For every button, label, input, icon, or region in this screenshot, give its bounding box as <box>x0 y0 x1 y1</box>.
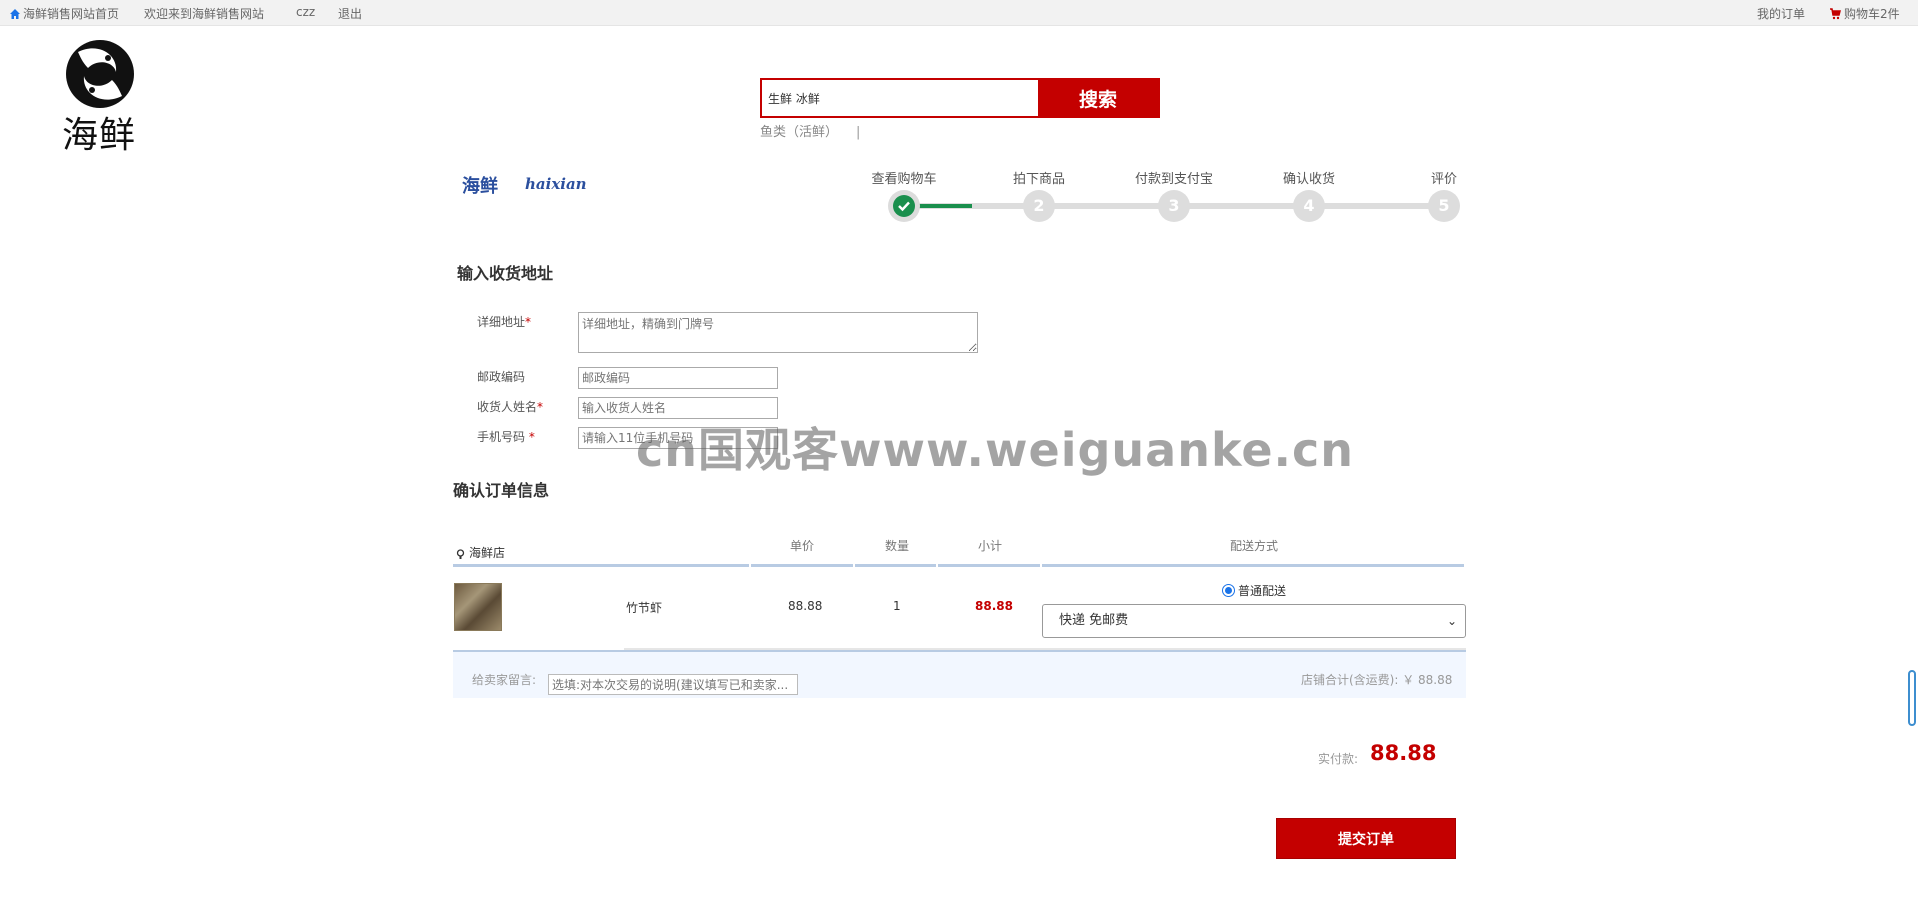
shop-icon <box>456 549 465 559</box>
detail-address-label: 详细地址* <box>477 313 531 330</box>
step-dot-1 <box>888 190 920 222</box>
shop-name-text: 海鲜店 <box>469 546 506 560</box>
payment-label: 实付款: <box>1318 752 1359 766</box>
search-bar: 搜索 <box>760 78 1160 118</box>
detail-address-label-text: 详细地址 <box>477 315 526 329</box>
zip-code-field[interactable] <box>578 367 778 389</box>
welcome-text: 欢迎来到海鲜销售网站 <box>144 7 265 21</box>
home-link-label: 海鲜销售网站首页 <box>23 7 120 21</box>
check-icon <box>898 201 910 212</box>
search-input[interactable] <box>762 80 1038 116</box>
phone-label-text: 手机号码 <box>477 430 526 444</box>
cart-label: 购物车2件 <box>1844 7 1900 21</box>
brand-cn: 海鲜 <box>462 176 498 197</box>
delivery-select-value: 快递 免邮费 <box>1059 613 1129 628</box>
order-section-title: 确认订单信息 <box>453 481 550 500</box>
col-underline-delivery <box>1042 564 1464 567</box>
product-price: 88.88 <box>788 599 823 613</box>
message-label: 给卖家留言: <box>472 673 537 687</box>
home-icon <box>10 9 20 19</box>
step-label-3: 付款到支付宝 <box>1134 172 1214 187</box>
step-label-4: 确认收货 <box>1282 172 1336 187</box>
product-qty: 1 <box>893 599 901 613</box>
watermark: cn国观客www.weiguanke.cn <box>636 423 1355 477</box>
required-mark: * <box>537 400 544 414</box>
product-image[interactable] <box>454 583 502 631</box>
logo-text: 海鲜 <box>62 115 137 156</box>
top-bar: 海鲜销售网站首页 欢迎来到海鲜销售网站 czz 退出 我的订单 购物车2件 <box>0 0 1918 26</box>
address-section-title: 输入收货地址 <box>457 264 554 283</box>
shop-name: 海鲜店 <box>456 544 505 561</box>
step-dot-3: 3 <box>1158 190 1190 222</box>
hot-keyword-link[interactable]: 鱼类（活鲜） <box>760 125 838 140</box>
payment-value: 88.88 <box>1370 741 1437 765</box>
detail-address-field[interactable] <box>578 312 978 353</box>
step-label-2: 拍下商品 <box>1012 172 1066 187</box>
chevron-down-icon: ⌄ <box>1446 614 1457 628</box>
cart-icon <box>1830 8 1841 20</box>
delivery-radio[interactable]: 普通配送 <box>1222 582 1286 599</box>
checkout-steps: 查看购物车 拍下商品 付款到支付宝 确认收货 评价 2 3 4 5 <box>870 168 1470 228</box>
delivery-select[interactable]: 快递 免邮费 ⌄ <box>1042 604 1466 638</box>
col-underline-shop <box>453 564 749 567</box>
step-dot-5: 5 <box>1428 190 1460 222</box>
logo-fish-icon[interactable] <box>58 34 142 114</box>
phone-label: 手机号码 * <box>477 428 535 445</box>
logout-link[interactable]: 退出 <box>338 5 362 22</box>
product-subtotal: 88.88 <box>975 599 1013 613</box>
scrollbar-handle[interactable] <box>1908 670 1916 726</box>
zip-code-label: 邮政编码 <box>477 370 526 384</box>
step-dot-4: 4 <box>1293 190 1325 222</box>
radio-selected-icon[interactable] <box>1222 584 1235 597</box>
col-underline-subtotal <box>938 564 1040 567</box>
required-mark: * <box>525 315 532 329</box>
receiver-name-label: 收货人姓名* <box>477 398 543 415</box>
col-head-subtotal: 小计 <box>978 539 1003 553</box>
message-input[interactable] <box>548 674 798 695</box>
home-link[interactable]: 海鲜销售网站首页 <box>9 5 119 22</box>
cart-link[interactable]: 购物车2件 <box>1829 5 1900 22</box>
my-orders-link[interactable]: 我的订单 <box>1757 5 1805 22</box>
submit-order-button[interactable]: 提交订单 <box>1276 818 1456 859</box>
delivery-radio-label: 普通配送 <box>1238 584 1287 598</box>
col-underline-price <box>751 564 853 567</box>
shop-total: 店铺合计(含运费): ￥ 88.88 <box>1301 673 1453 687</box>
required-mark: * <box>528 430 535 444</box>
receiver-name-label-text: 收货人姓名 <box>477 400 538 414</box>
brand-en: haixian <box>525 175 587 193</box>
step-label-5: 评价 <box>1430 172 1458 187</box>
col-head-price: 单价 <box>790 539 815 553</box>
username-link[interactable]: czz <box>296 5 315 19</box>
col-head-qty: 数量 <box>885 539 910 553</box>
col-head-delivery: 配送方式 <box>1230 539 1279 553</box>
col-underline-qty <box>855 564 936 567</box>
step-label-1: 查看购物车 <box>871 172 937 187</box>
hot-keywords: 鱼类（活鲜） | <box>760 121 860 140</box>
hot-keyword-separator: | <box>856 125 861 140</box>
product-name[interactable]: 竹节虾 <box>626 599 662 616</box>
step-dot-2: 2 <box>1023 190 1055 222</box>
search-button[interactable]: 搜索 <box>1038 80 1158 116</box>
